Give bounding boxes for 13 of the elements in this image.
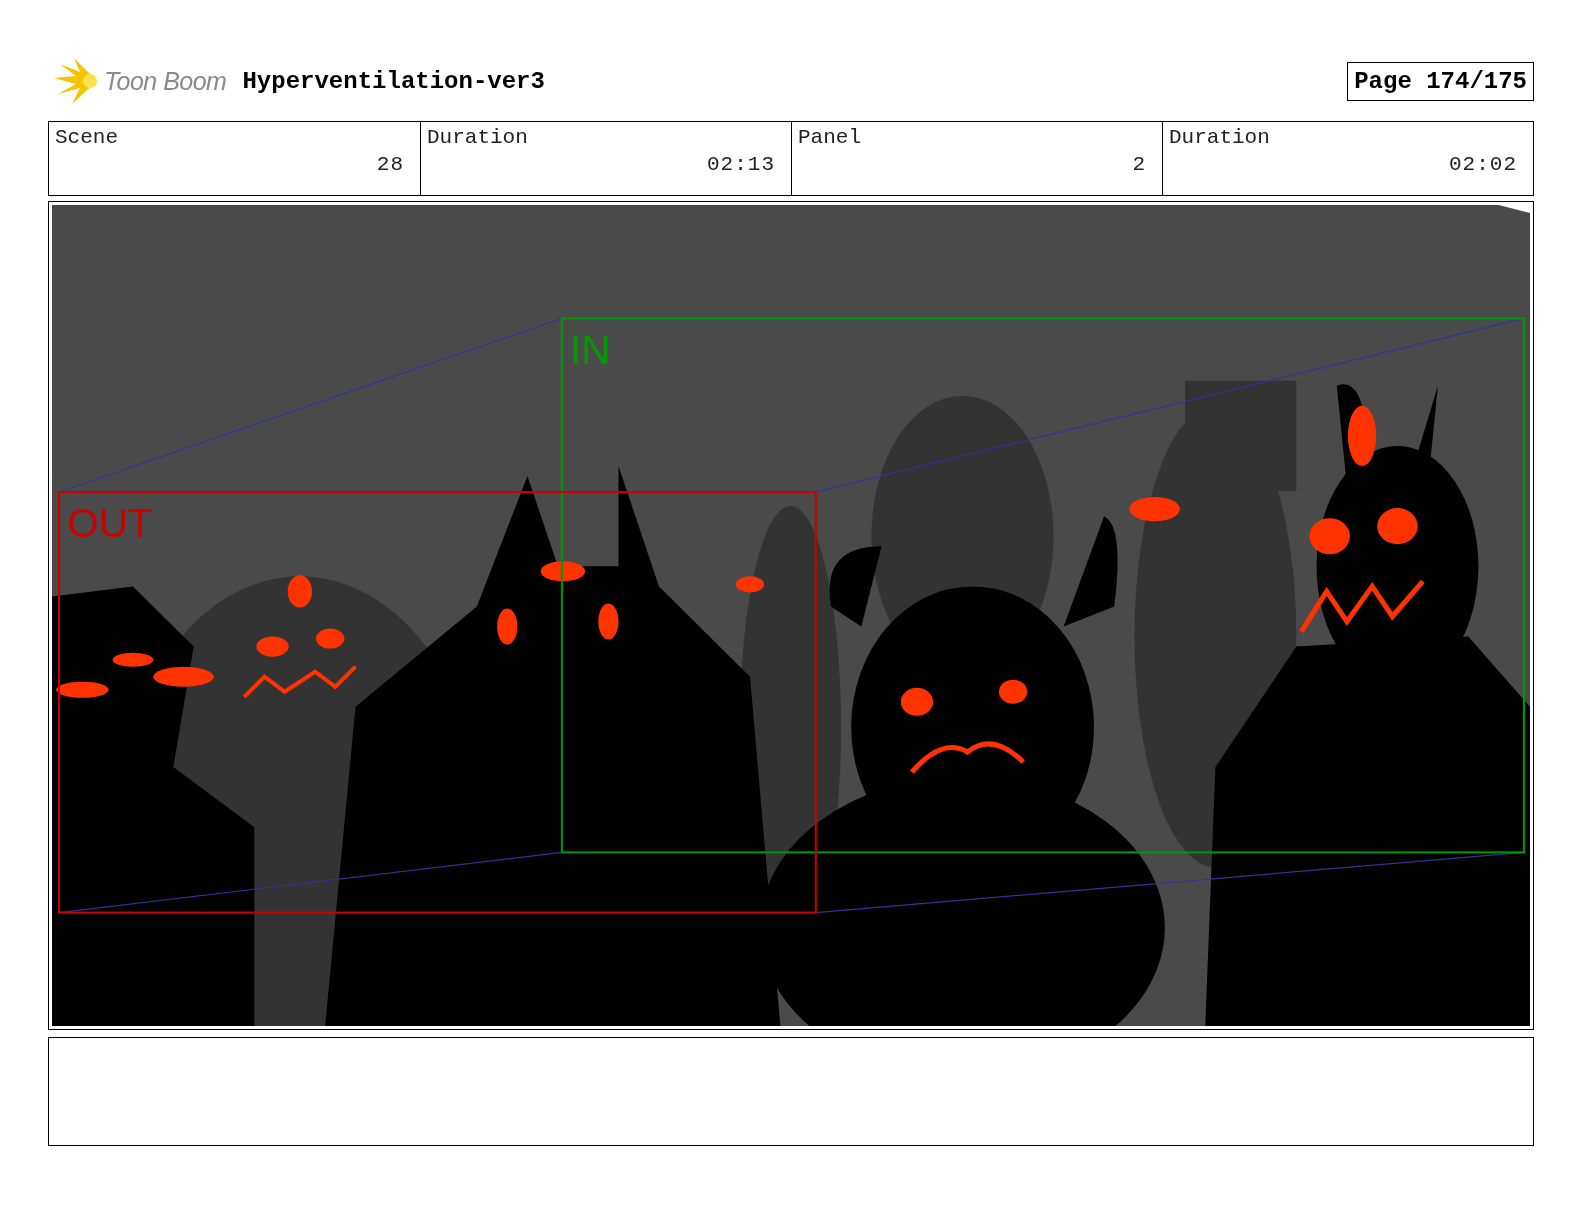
info-label: Scene <box>55 126 118 149</box>
logo-text: Toon Boom <box>104 66 227 96</box>
info-value: 2 <box>1132 153 1146 176</box>
info-label: Duration <box>1169 126 1270 149</box>
page-number: Page 174/175 <box>1347 61 1534 101</box>
info-label: Panel <box>798 126 861 149</box>
camera-frame-label: IN <box>569 327 611 373</box>
info-label: Duration <box>427 126 528 149</box>
camera-frame-label: OUT <box>67 501 153 547</box>
info-value: 02:02 <box>1449 153 1517 176</box>
info-value: 02:13 <box>707 153 775 176</box>
info-value: 28 <box>376 153 404 176</box>
project-title: Hyperventilation-ver3 <box>242 67 545 95</box>
